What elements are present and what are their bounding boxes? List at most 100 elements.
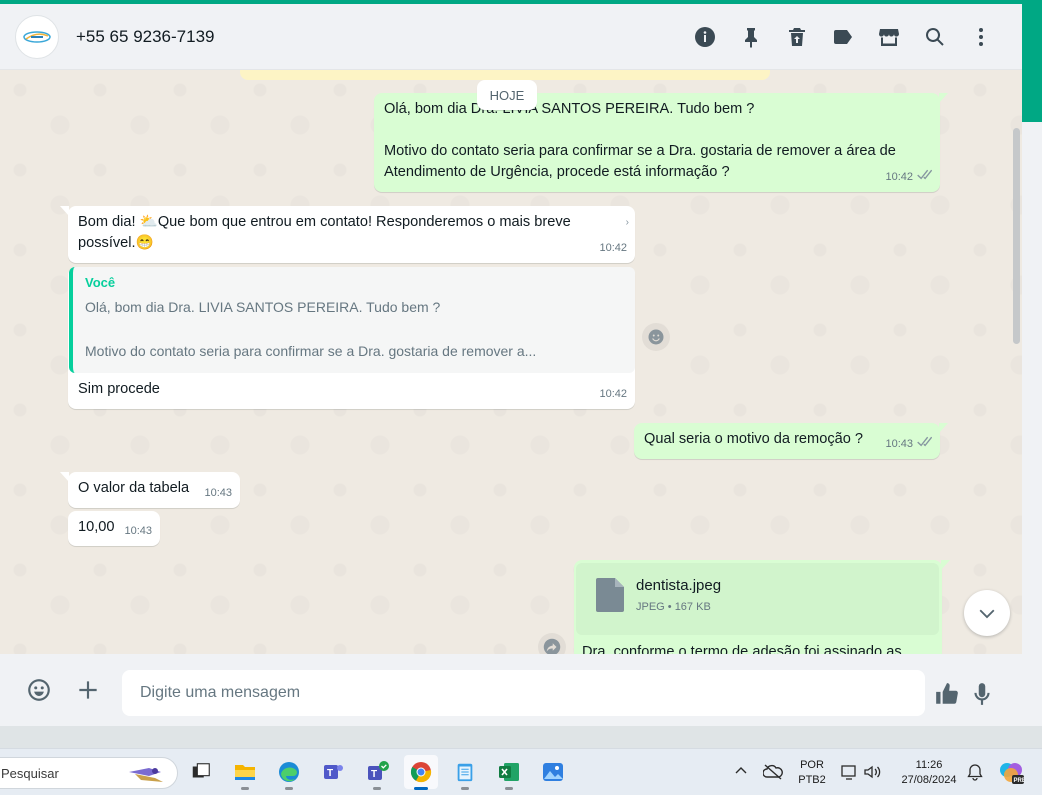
bubble-tail bbox=[939, 93, 948, 103]
message-meta: 10:43 bbox=[124, 521, 152, 542]
document-info: JPEG • 167 KB bbox=[636, 601, 711, 613]
edge-browser-icon bbox=[279, 762, 299, 782]
info-icon[interactable] bbox=[682, 14, 728, 60]
clock-date: 27/08/2024 bbox=[901, 774, 957, 786]
taskbar-chrome[interactable] bbox=[404, 755, 438, 790]
teams-icon: T bbox=[324, 765, 343, 779]
document-file-icon bbox=[596, 578, 624, 612]
thumbs-up-button[interactable] bbox=[927, 674, 967, 714]
running-indicator bbox=[241, 787, 249, 790]
folder-icon bbox=[235, 765, 255, 780]
running-indicator bbox=[505, 787, 513, 790]
copilot-icon[interactable]: PRE bbox=[998, 759, 1026, 785]
message-time: 10:43 bbox=[204, 487, 232, 499]
message-time: 10:42 bbox=[599, 388, 627, 400]
message-text: Olá, bom dia Dra. LIVIA SANTOS PEREIRA. … bbox=[384, 101, 755, 117]
chat-area[interactable]: HOJE Olá, bom dia Dra. LIVIA SANTOS PERE… bbox=[0, 70, 1022, 654]
show-hidden-icons-chevron-icon[interactable] bbox=[733, 763, 749, 779]
taskbar-teams[interactable]: T bbox=[316, 755, 350, 789]
message-incoming[interactable]: Bom dia! ⛅Que bom que entrou em contato!… bbox=[60, 206, 635, 263]
display-icon[interactable] bbox=[840, 763, 858, 781]
store-icon[interactable] bbox=[866, 14, 912, 60]
teams-work-icon: T bbox=[368, 761, 389, 780]
taskbar-task-view[interactable] bbox=[184, 755, 218, 789]
microphone-icon bbox=[974, 683, 990, 705]
day-chip: HOJE bbox=[477, 80, 537, 110]
clock-time: 11:26 bbox=[915, 759, 943, 771]
svg-text:PRE: PRE bbox=[1014, 778, 1025, 784]
chat-scrollbar[interactable] bbox=[1013, 128, 1020, 344]
chrome-icon bbox=[410, 762, 432, 783]
taskbar-search-text: Pesquisar bbox=[1, 766, 59, 781]
quote-author: Você bbox=[85, 275, 116, 290]
quote-text: Olá, bom dia Dra. LIVIA SANTOS PEREIRA. … bbox=[85, 299, 441, 315]
message-time: 10:43 bbox=[124, 525, 152, 537]
microphone-button[interactable] bbox=[962, 674, 1002, 714]
onedrive-offline-icon[interactable] bbox=[762, 763, 783, 781]
notepad-icon bbox=[457, 763, 473, 782]
pin-icon[interactable] bbox=[728, 14, 774, 60]
react-emoji-button[interactable] bbox=[642, 323, 670, 351]
taskbar-file-explorer[interactable] bbox=[228, 755, 262, 790]
windows-taskbar: Pesquisar T T POR PTB2 11:26 27/08/2024 … bbox=[0, 748, 1042, 795]
message-options-chevron-icon[interactable]: › bbox=[626, 212, 629, 233]
header-actions bbox=[682, 4, 1004, 70]
taskbar-photos[interactable] bbox=[536, 755, 570, 789]
sun-cloud-emoji-icon: ⛅ bbox=[139, 214, 158, 230]
bubble-tail bbox=[60, 206, 69, 216]
contact-avatar[interactable] bbox=[15, 14, 59, 59]
running-indicator bbox=[373, 787, 381, 790]
message-time: 10:43 bbox=[885, 438, 913, 450]
quote-text: Motivo do contato seria para confirmar s… bbox=[85, 343, 537, 359]
photos-icon bbox=[543, 763, 563, 781]
message-text: Sim procede bbox=[78, 381, 160, 397]
taskbar-edge[interactable] bbox=[272, 755, 306, 790]
message-incoming[interactable]: 10,00 10:43 bbox=[68, 511, 160, 546]
message-text: Bom dia! bbox=[78, 214, 140, 230]
task-view-icon bbox=[192, 763, 210, 778]
attach-button[interactable] bbox=[68, 670, 108, 710]
taskbar-notepad[interactable] bbox=[448, 755, 482, 790]
notification-bell-icon[interactable] bbox=[966, 763, 984, 781]
side-background bbox=[1022, 122, 1042, 726]
taskbar-excel[interactable] bbox=[492, 755, 526, 790]
message-outgoing[interactable]: Olá, bom dia Dra. LIVIA SANTOS PEREIRA. … bbox=[374, 93, 948, 192]
bubble-tail bbox=[60, 472, 69, 482]
avatar-logo bbox=[23, 30, 51, 43]
input-language[interactable]: POR PTB2 bbox=[796, 758, 828, 788]
taskbar-teams-work[interactable]: T bbox=[360, 755, 394, 790]
scroll-to-bottom-button[interactable] bbox=[964, 590, 1010, 636]
message-incoming[interactable]: O valor da tabela 10:43 bbox=[60, 472, 240, 508]
taskbar-clock[interactable]: 11:26 27/08/2024 bbox=[893, 758, 965, 788]
message-meta: 10:42 bbox=[599, 238, 627, 259]
message-caption: Dra, conforme o termo de adesão foi assi… bbox=[582, 644, 902, 654]
chevron-down-icon bbox=[979, 609, 995, 619]
message-input[interactable] bbox=[122, 670, 925, 716]
menu-icon[interactable] bbox=[958, 14, 1004, 60]
running-indicator bbox=[285, 787, 293, 790]
side-accent-strip bbox=[1022, 4, 1042, 122]
window-bottom-edge bbox=[0, 726, 1042, 748]
plus-icon bbox=[79, 681, 97, 699]
bubble-tail bbox=[939, 423, 948, 433]
chat-header: +55 65 9236-7139 bbox=[0, 4, 1022, 70]
svg-text:T: T bbox=[327, 768, 333, 779]
input-keyboard-layout: PTB2 bbox=[798, 774, 826, 786]
taskbar-search-box[interactable]: Pesquisar bbox=[0, 757, 178, 789]
contact-name[interactable]: +55 65 9236-7139 bbox=[76, 27, 215, 47]
document-attachment[interactable]: dentista.jpeg JPEG • 167 KB bbox=[576, 563, 939, 635]
message-text: Que bom que entrou em contato! Responder… bbox=[157, 214, 571, 230]
forward-button[interactable] bbox=[538, 633, 566, 654]
label-icon[interactable] bbox=[820, 14, 866, 60]
search-icon[interactable] bbox=[912, 14, 958, 60]
thumbs-up-icon bbox=[936, 683, 958, 704]
bubble-tail bbox=[941, 560, 950, 570]
quoted-message[interactable]: Você Olá, bom dia Dra. LIVIA SANTOS PERE… bbox=[69, 267, 635, 373]
document-name: dentista.jpeg bbox=[636, 577, 722, 594]
message-time: 10:42 bbox=[599, 242, 627, 254]
emoji-button[interactable] bbox=[19, 670, 59, 710]
message-outgoing[interactable]: Qual seria o motivo da remoção ? 10:43 bbox=[634, 423, 948, 459]
emoji-icon bbox=[28, 679, 50, 701]
speaker-icon[interactable] bbox=[863, 763, 883, 781]
trash-icon[interactable] bbox=[774, 14, 820, 60]
